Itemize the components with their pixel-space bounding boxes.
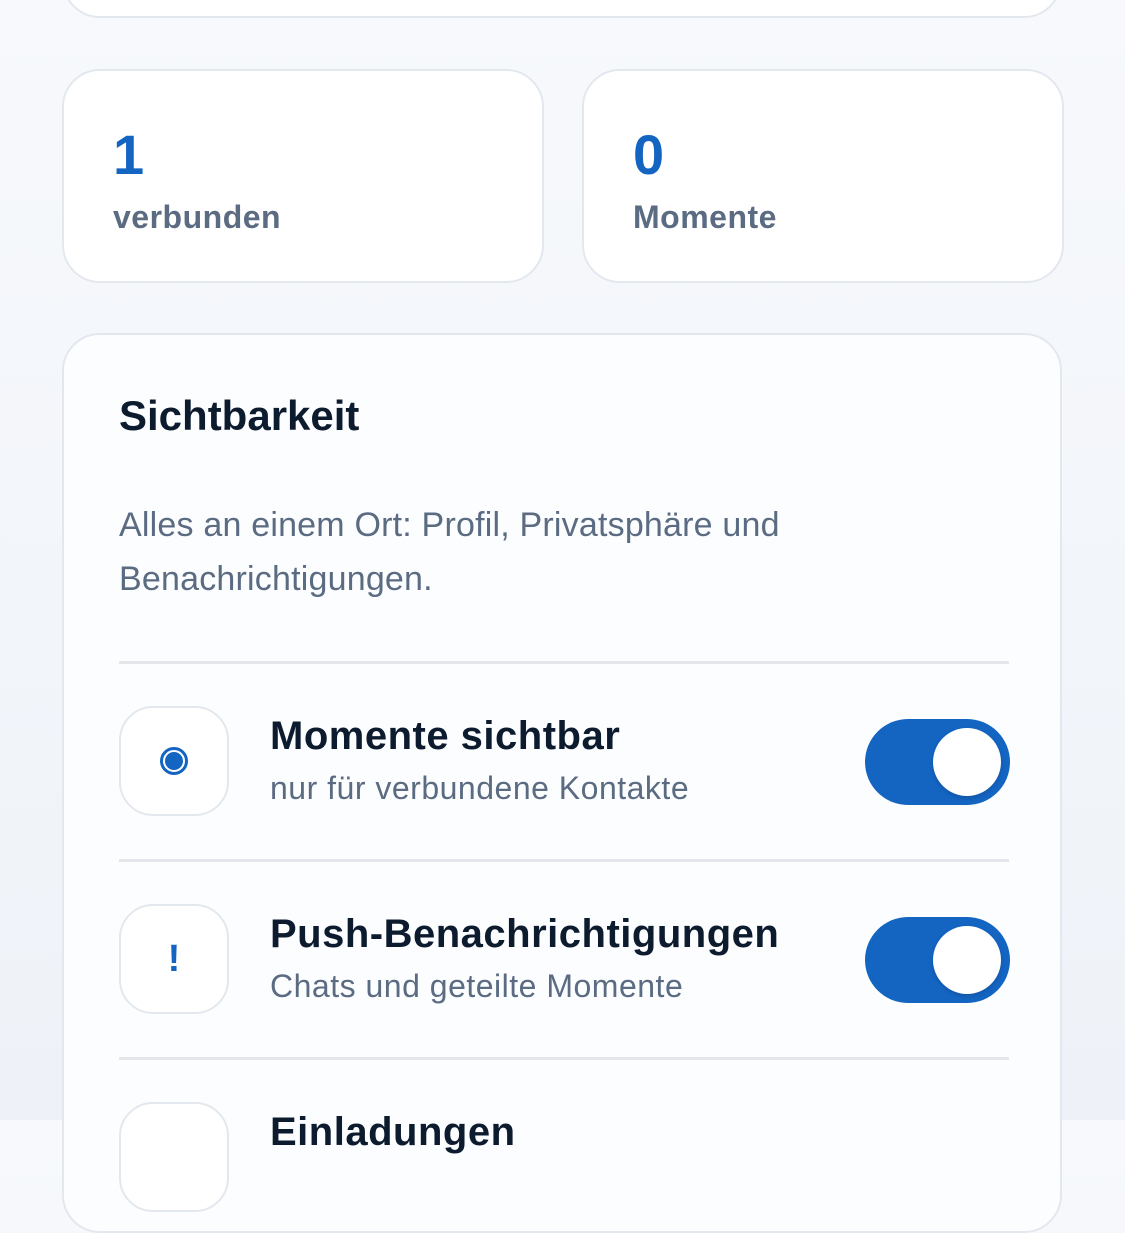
section-title: Sichtbarkeit (119, 392, 360, 439)
visibility-settings-card: Sichtbarkeit Alles an einem Ort: Profil,… (62, 333, 1062, 1233)
stat-card-connected[interactable]: 1 verbunden (62, 69, 544, 283)
moments-visible-toggle[interactable] (865, 719, 1010, 805)
setting-title: Momente sichtbar (270, 714, 621, 758)
setting-subtitle: nur für verbundene Kontakte (270, 770, 690, 806)
toggle-knob (933, 926, 1001, 994)
stat-label: verbunden (113, 199, 282, 235)
setting-title: Push-Benachrichtigungen (270, 912, 780, 956)
toggle-knob (933, 728, 1001, 796)
setting-row-invitations: Einladungen (119, 1102, 1009, 1216)
setting-icon (119, 1102, 229, 1212)
stat-value: 0 (633, 123, 666, 186)
stat-card-moments[interactable]: 0 Momente (582, 69, 1064, 283)
stat-label: Momente (633, 199, 777, 235)
exclamation-icon: ! (119, 904, 229, 1014)
section-description: Alles an einem Ort: Profil, Privatsphäre… (119, 506, 780, 598)
divider (119, 859, 1009, 862)
radio-icon (119, 706, 229, 816)
setting-row-moments-visible: Momente sichtbar nur für verbundene Kont… (119, 706, 1010, 820)
push-notifications-toggle[interactable] (865, 917, 1010, 1003)
radio-indicator-icon (160, 747, 188, 775)
setting-title: Einladungen (270, 1110, 516, 1154)
setting-row-push-notifications: ! Push-Benachrichtigungen Chats und gete… (119, 904, 1010, 1018)
divider (119, 1057, 1009, 1060)
stat-value: 1 (113, 123, 146, 186)
setting-subtitle: Chats und geteilte Momente (270, 968, 684, 1004)
top-card (62, 0, 1062, 18)
divider (119, 661, 1009, 664)
